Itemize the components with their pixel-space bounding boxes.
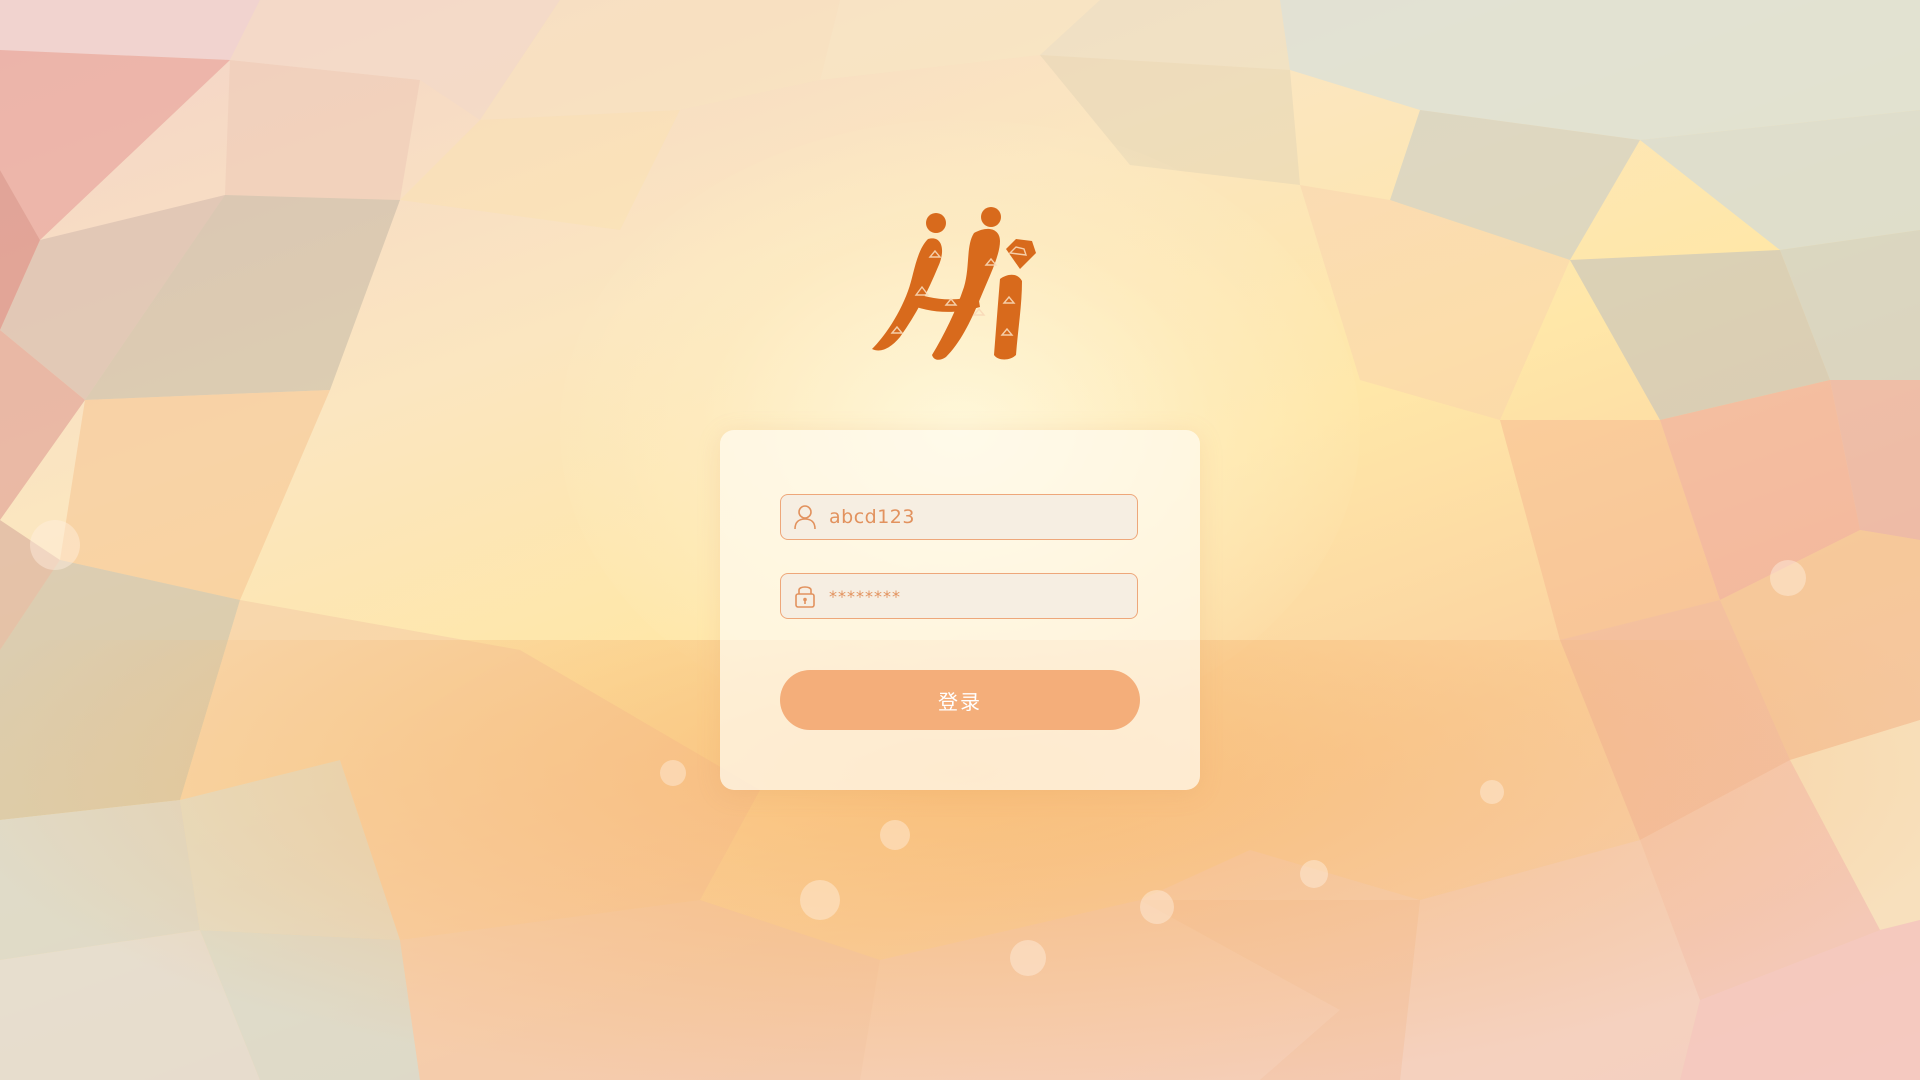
user-icon: [781, 495, 829, 539]
bokeh-light: [1140, 890, 1174, 924]
lock-icon: [781, 574, 829, 618]
bokeh-light: [1480, 780, 1504, 804]
bokeh-light: [1770, 560, 1806, 596]
login-button[interactable]: 登录: [780, 670, 1140, 730]
login-card: abcd123 ******** 登录: [720, 430, 1200, 790]
bokeh-light: [30, 520, 80, 570]
login-page: abcd123 ******** 登录: [0, 0, 1920, 1080]
bokeh-light: [660, 760, 686, 786]
username-value: abcd123: [829, 506, 915, 528]
bokeh-light: [1010, 940, 1046, 976]
bokeh-light: [800, 880, 840, 920]
username-field[interactable]: abcd123: [780, 494, 1138, 540]
password-value: ********: [829, 586, 901, 606]
password-field[interactable]: ********: [780, 573, 1138, 619]
hi-logo: [872, 207, 1036, 360]
bokeh-light: [880, 820, 910, 850]
bokeh-light: [1300, 860, 1328, 888]
